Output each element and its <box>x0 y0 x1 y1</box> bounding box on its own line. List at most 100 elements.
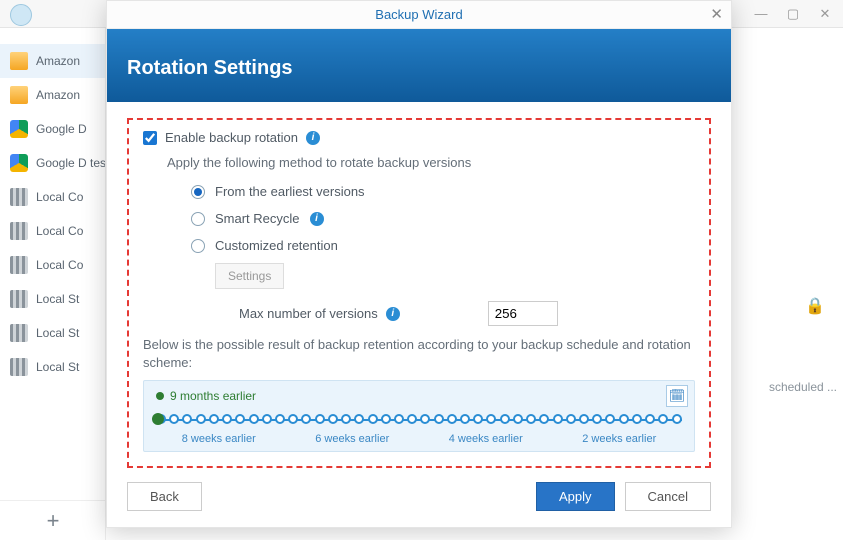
sidebar-item-label: Local St <box>36 326 79 340</box>
timeline-dot <box>566 414 576 424</box>
timeline-week-label: 6 weeks earlier <box>315 433 389 445</box>
enable-rotation-label: Enable backup rotation <box>165 130 298 145</box>
timeline-dot <box>500 414 510 424</box>
timeline-start-icon <box>156 392 164 400</box>
timeline-dot <box>539 414 549 424</box>
sidebar-item[interactable]: Local St <box>0 316 105 350</box>
timeline-dot <box>182 414 192 424</box>
radio-customized[interactable]: Customized retention <box>191 232 695 259</box>
info-icon[interactable]: i <box>386 307 400 321</box>
calendar-icon[interactable]: 🗓 <box>666 385 688 407</box>
amazon-icon <box>10 86 28 104</box>
lock-icon: 🔒 <box>805 296 825 316</box>
timeline-dot <box>368 414 378 424</box>
timeline-dot <box>288 414 298 424</box>
timeline-dot <box>328 414 338 424</box>
sidebar-item-label: Amazon <box>36 54 80 68</box>
sidebar-item[interactable]: Local Co <box>0 248 105 282</box>
sidebar-item[interactable]: Google D test <box>0 146 105 180</box>
gdrive-icon <box>10 120 28 138</box>
local-icon <box>10 222 28 240</box>
timeline-dot <box>262 414 272 424</box>
task-sidebar: Amazon Amazon Google D Google D test Local C… <box>0 28 106 540</box>
timeline-dot <box>420 414 430 424</box>
settings-button: Settings <box>215 263 284 289</box>
timeline-dot <box>235 414 245 424</box>
timeline-dot <box>169 414 179 424</box>
timeline-dot <box>579 414 589 424</box>
timeline-dot <box>301 414 311 424</box>
timeline-dot <box>553 414 563 424</box>
timeline-dot <box>196 414 206 424</box>
sidebar-item[interactable]: Local St <box>0 282 105 316</box>
add-task-button[interactable]: + <box>0 500 106 540</box>
timeline-dot <box>394 414 404 424</box>
dialog-title: Backup Wizard <box>375 7 462 22</box>
sidebar-item-label: Google D test <box>36 156 106 170</box>
enable-rotation-input[interactable] <box>143 131 157 145</box>
max-versions-input[interactable] <box>488 301 558 326</box>
timeline-dot <box>672 414 682 424</box>
cancel-button[interactable]: Cancel <box>625 482 711 511</box>
timeline-dot <box>592 414 602 424</box>
sidebar-item[interactable]: Local Co <box>0 180 105 214</box>
local-icon <box>10 358 28 376</box>
timeline-dot <box>315 414 325 424</box>
gdrive-icon <box>10 154 28 172</box>
info-icon[interactable]: i <box>306 131 320 145</box>
close-icon[interactable]: ✕ <box>710 5 723 23</box>
sidebar-item[interactable]: Amazon <box>0 44 105 78</box>
local-icon <box>10 188 28 206</box>
sidebar-item-label: Local St <box>36 292 79 306</box>
local-icon <box>10 324 28 342</box>
timeline-dot <box>381 414 391 424</box>
sidebar-item[interactable]: Local St <box>0 350 105 384</box>
sidebar-item[interactable]: Google D <box>0 112 105 146</box>
radio-icon[interactable] <box>191 239 205 253</box>
apply-button[interactable]: Apply <box>536 482 615 511</box>
timeline-dot <box>275 414 285 424</box>
timeline-week-label: 2 weeks earlier <box>582 433 656 445</box>
retention-timeline: 🗓 9 months earlier 8 weeks earlier6 week… <box>143 380 695 452</box>
enable-rotation-checkbox[interactable]: Enable backup rotation i <box>143 130 695 145</box>
radio-smart-recycle[interactable]: Smart Recycle i <box>191 205 695 232</box>
sidebar-item-label: Local St <box>36 360 79 374</box>
sidebar-item-label: Local Co <box>36 190 83 204</box>
sidebar-item-label: Google D <box>36 122 87 136</box>
timeline-dot <box>513 414 523 424</box>
close-icon[interactable]: ✕ <box>815 6 835 22</box>
timeline-dot <box>249 414 259 424</box>
method-description: Apply the following method to rotate bac… <box>167 155 695 170</box>
retention-note: Below is the possible result of backup r… <box>143 336 695 372</box>
backup-wizard-dialog: Backup Wizard ✕ Rotation Settings Enable… <box>106 0 732 528</box>
timeline-dot <box>209 414 219 424</box>
back-button[interactable]: Back <box>127 482 202 511</box>
minimize-icon[interactable]: — <box>751 6 771 22</box>
timeline-dots <box>156 414 682 424</box>
timeline-dot <box>619 414 629 424</box>
timeline-dot <box>341 414 351 424</box>
timeline-dot <box>473 414 483 424</box>
info-icon[interactable]: i <box>310 212 324 226</box>
sidebar-item[interactable]: Local Co <box>0 214 105 248</box>
sidebar-item-label: Local Co <box>36 258 83 272</box>
radio-icon[interactable] <box>191 185 205 199</box>
radio-icon[interactable] <box>191 212 205 226</box>
radio-earliest[interactable]: From the earliest versions <box>191 178 695 205</box>
sidebar-item-label: Amazon <box>36 88 80 102</box>
dialog-header: Backup Wizard ✕ <box>107 1 731 29</box>
timeline-dot <box>354 414 364 424</box>
local-icon <box>10 290 28 308</box>
timeline-week-label: 4 weeks earlier <box>449 433 523 445</box>
sidebar-item[interactable]: Amazon <box>0 78 105 112</box>
scheduled-text: scheduled ... <box>769 380 837 394</box>
maximize-icon[interactable]: ▢ <box>783 6 803 22</box>
app-icon <box>10 4 32 26</box>
timeline-dot <box>658 414 668 424</box>
dialog-footer: Back Apply Cancel <box>107 468 731 527</box>
radio-label: From the earliest versions <box>215 184 365 199</box>
timeline-dot <box>645 414 655 424</box>
max-versions-label: Max number of versions <box>239 306 378 321</box>
highlighted-area: Enable backup rotation i Apply the follo… <box>127 118 711 468</box>
timeline-dot <box>526 414 536 424</box>
